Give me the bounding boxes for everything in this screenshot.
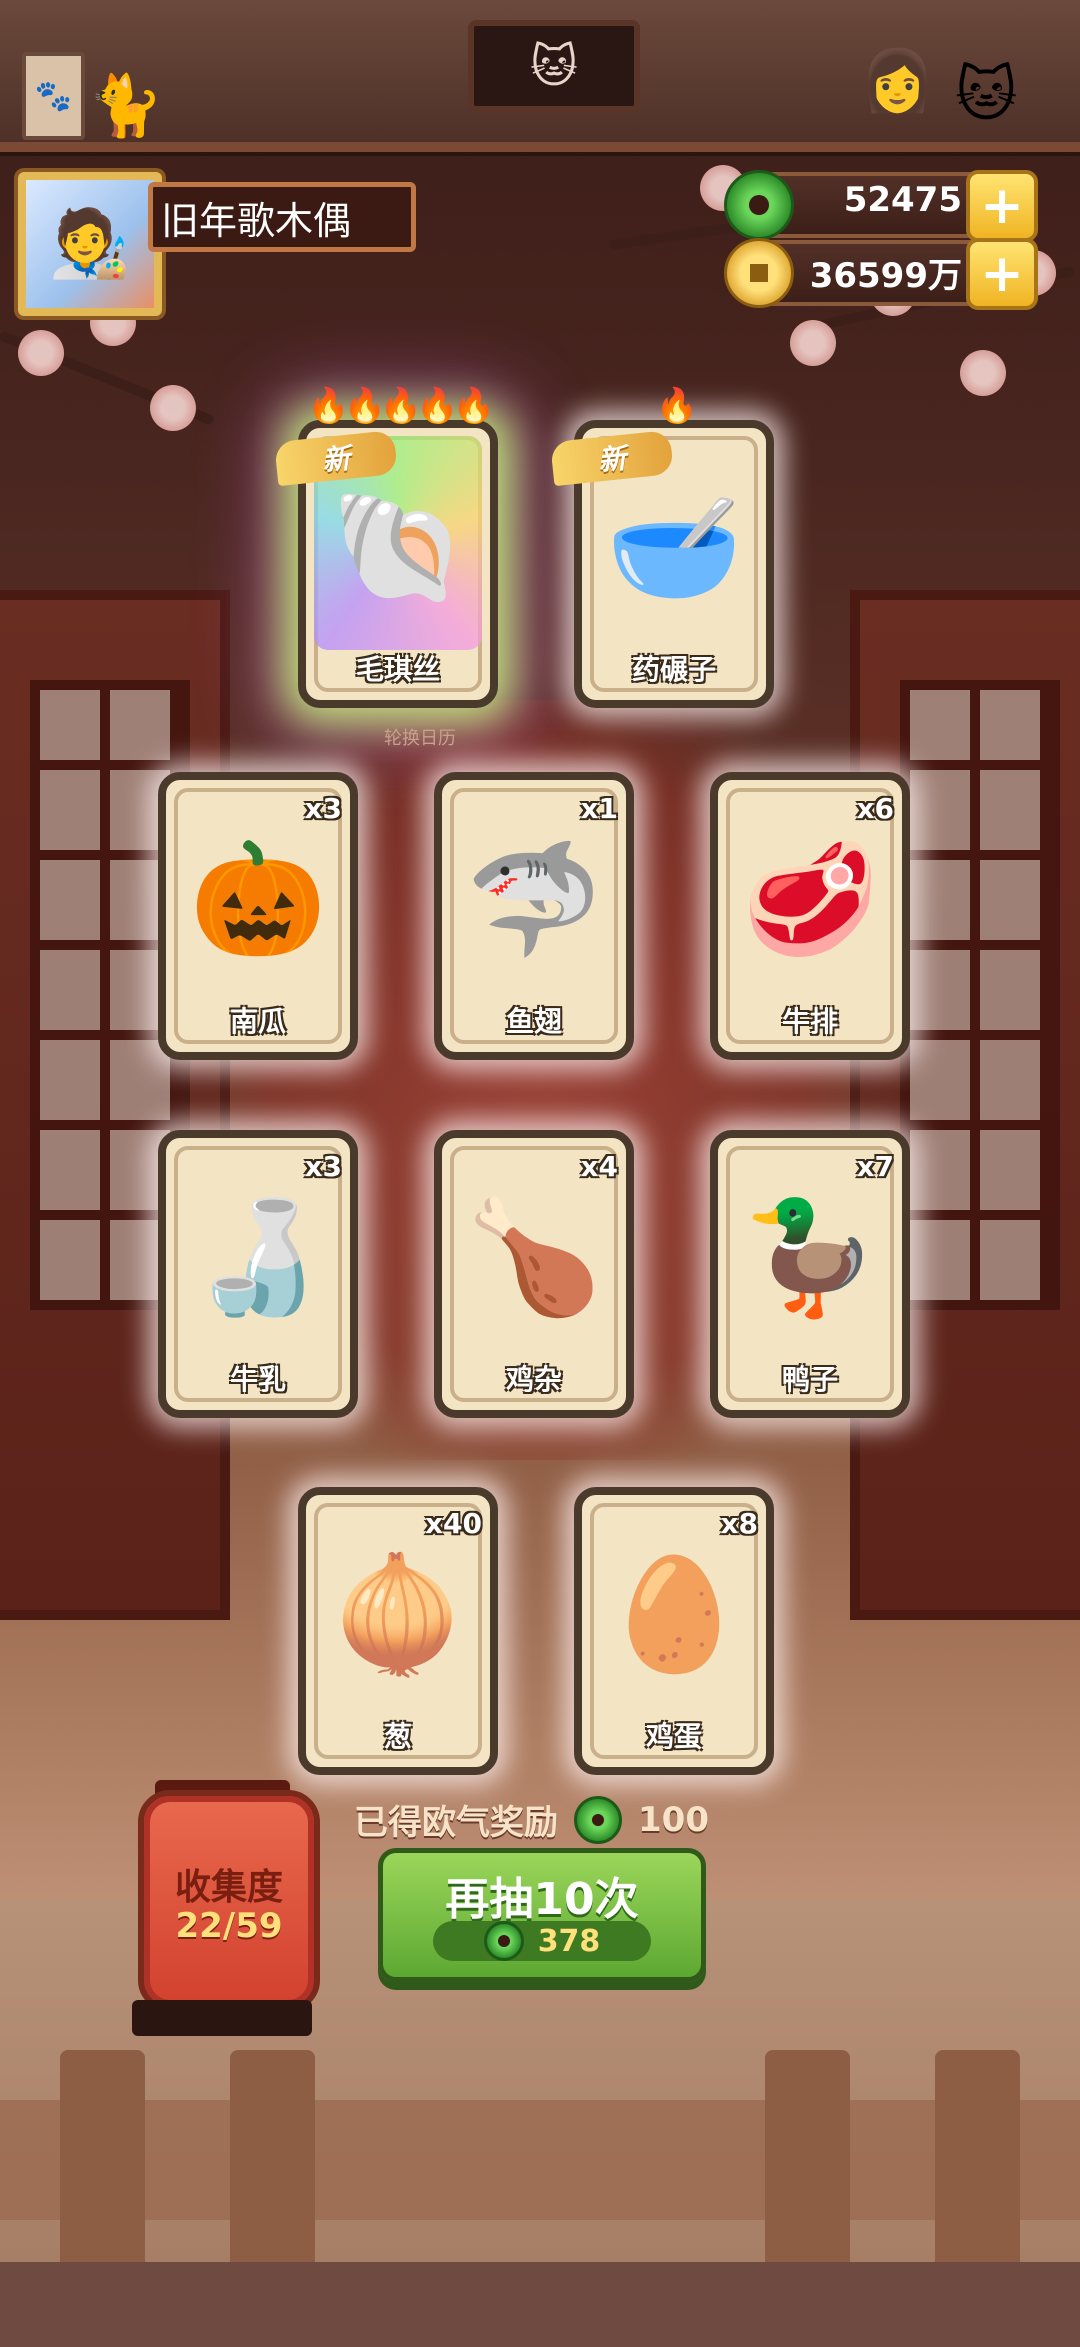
- card-pumpkin[interactable]: x3 🎃 南瓜: [158, 772, 358, 1060]
- card-qty: x4: [580, 1150, 618, 1183]
- banner-subtitle: 轮换日历: [384, 728, 456, 749]
- villager-icon: 👩: [860, 46, 935, 116]
- collection-lantern[interactable]: 收集度 22/59: [138, 1790, 320, 2012]
- card-egg[interactable]: x8 🥚 鸡蛋: [574, 1487, 774, 1775]
- card-qty: x8: [720, 1507, 758, 1540]
- coin-balance: 36599万 +: [724, 238, 1038, 310]
- card-label: 葱: [383, 1720, 412, 1753]
- shark-fin-icon: 🦈: [465, 835, 603, 963]
- card-qty: x40: [424, 1507, 482, 1540]
- card-label: 牛乳: [229, 1363, 286, 1396]
- card-maoqisi[interactable]: 🔥🔥🔥🔥🔥 新 🐚 毛琪丝: [274, 386, 498, 708]
- chicken-giblets-icon: 🍗: [465, 1193, 603, 1321]
- card-qty: x7: [856, 1150, 894, 1183]
- new-badge: 新: [550, 429, 674, 487]
- shelf-line: [0, 142, 1080, 152]
- collection-value: 22/59: [175, 1906, 283, 1946]
- jade-balance: 52475 +: [724, 170, 1038, 242]
- draw-again-label: 再抽10次: [445, 1874, 639, 1925]
- add-jade-button[interactable]: +: [966, 170, 1038, 242]
- draw-cost-value: 378: [537, 1923, 601, 1959]
- card-shark-fin[interactable]: x1 🦈 鱼翅: [434, 772, 634, 1060]
- grinder-icon: 🥣: [605, 483, 743, 611]
- collection-title: 收集度: [174, 1867, 283, 1908]
- blossom-icon: [960, 350, 1006, 396]
- paw-scroll-icon: 🐾: [22, 52, 85, 140]
- card-duck[interactable]: x7 🦆 鸭子: [710, 1130, 910, 1418]
- card-qty: x1: [580, 792, 618, 825]
- scallion-icon: 🧅: [329, 1550, 467, 1678]
- draw-again-button[interactable]: 再抽10次 378: [378, 1848, 706, 1982]
- jade-icon: [483, 1921, 524, 1961]
- card-qty: x6: [856, 792, 894, 825]
- add-coins-button[interactable]: +: [966, 238, 1038, 310]
- player-avatar[interactable]: 🧑‍🎨: [18, 172, 162, 316]
- card-milk[interactable]: x3 🍶 牛乳: [158, 1130, 358, 1418]
- reward-value: 100: [638, 1799, 709, 1840]
- card-scallion[interactable]: x40 🧅 葱: [298, 1487, 498, 1775]
- jade-icon: [724, 170, 794, 240]
- right-door: [850, 590, 1080, 1620]
- milk-jar-icon: 🍶: [189, 1193, 327, 1321]
- card-label: 毛琪丝: [355, 653, 440, 686]
- card-qty: x3: [304, 792, 342, 825]
- card-steak[interactable]: x6 🥩 牛排: [710, 772, 910, 1060]
- draw-cost: 378: [433, 1921, 651, 1961]
- duck-icon: 🦆: [741, 1193, 879, 1321]
- card-label: 鸡蛋: [645, 1720, 702, 1753]
- tabby-cat-icon: 🐈: [88, 71, 163, 141]
- flame-rating-icon: 🔥🔥🔥🔥🔥: [307, 386, 495, 426]
- hermit-cat-icon: 🐚: [329, 483, 467, 611]
- card-label: 鱼翅: [505, 1005, 562, 1038]
- fence-rail: [0, 2100, 1080, 2220]
- blossom-icon: [18, 330, 64, 376]
- card-label: 药碾子: [631, 653, 716, 686]
- blossom-icon: [150, 385, 196, 431]
- lantern-stand: [132, 2000, 312, 2036]
- card-label: 南瓜: [229, 1005, 286, 1038]
- hanging-portrait-icon: 🐱: [468, 20, 640, 112]
- card-label: 牛排: [781, 1005, 838, 1038]
- white-cat-icon: 🐱: [955, 60, 1018, 130]
- steak-icon: 🥩: [741, 835, 879, 963]
- jade-icon: [574, 1795, 622, 1844]
- card-yaonianzi[interactable]: 🔥 新 🥣 药碾子: [550, 386, 774, 708]
- egg-icon: 🥚: [605, 1550, 743, 1678]
- bottom-bar: [0, 2262, 1080, 2347]
- blossom-icon: [790, 320, 836, 366]
- reward-line: 已得欧气奖励 100: [354, 1795, 709, 1844]
- card-label: 鸡杂: [505, 1363, 562, 1396]
- coin-value: 36599万: [809, 256, 962, 296]
- pumpkin-icon: 🎃: [189, 835, 327, 963]
- player-name: 旧年歌木偶: [148, 182, 416, 252]
- left-door: [0, 590, 230, 1620]
- coin-icon: [724, 238, 794, 308]
- card-label: 鸭子: [781, 1363, 838, 1396]
- card-chicken-giblets[interactable]: x4 🍗 鸡杂: [434, 1130, 634, 1418]
- card-qty: x3: [304, 1150, 342, 1183]
- flame-rating-icon: 🔥: [655, 386, 698, 426]
- right-lattice: [900, 680, 1060, 1310]
- jade-value: 52475: [843, 180, 962, 220]
- reward-label: 已得欧气奖励: [354, 1803, 558, 1843]
